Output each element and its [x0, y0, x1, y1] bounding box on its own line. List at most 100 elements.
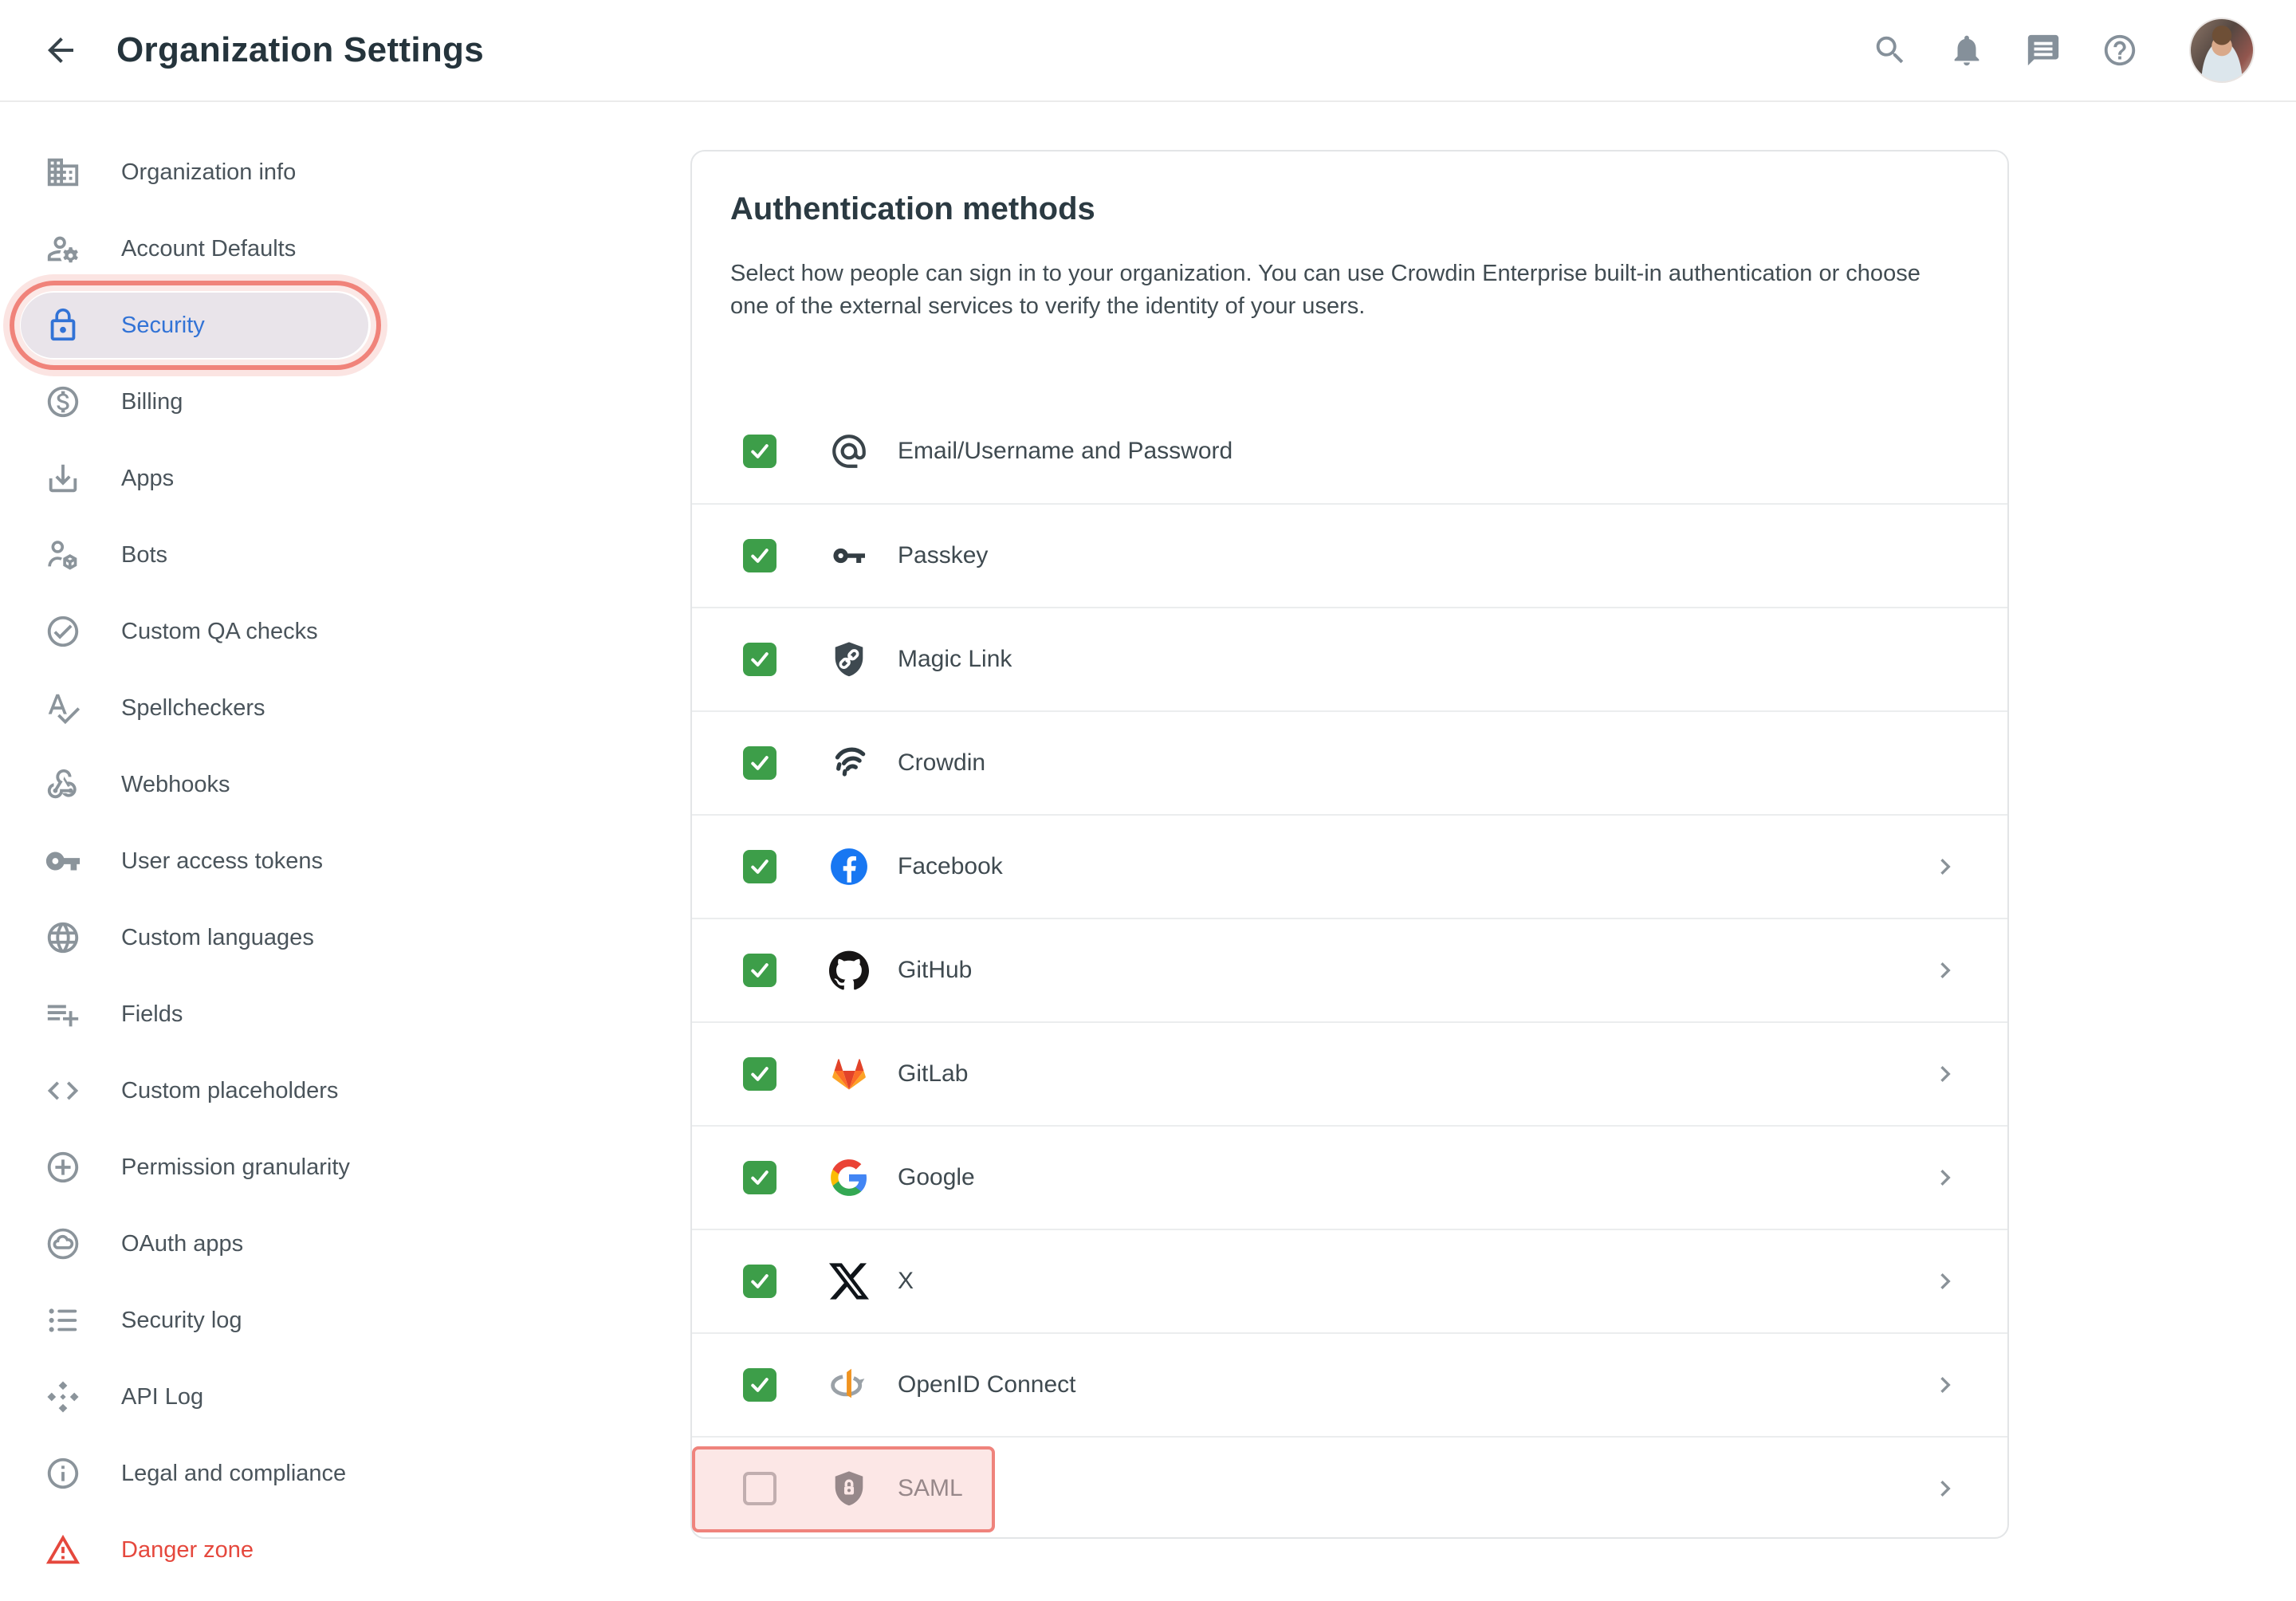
messages-chat-icon[interactable] — [2025, 32, 2062, 69]
sidebar-item-custom-qa-checks[interactable]: Custom QA checks — [0, 593, 383, 670]
webhook-icon — [45, 766, 81, 803]
sidebar-item-label: Spellcheckers — [121, 695, 265, 722]
card-description: Select how people can sign in to your or… — [730, 258, 1964, 323]
sidebar-item-label: Fields — [121, 1001, 183, 1028]
sidebar-item-custom-placeholders[interactable]: Custom placeholders — [0, 1052, 383, 1129]
search-icon[interactable] — [1872, 32, 1909, 69]
chevron-right-icon[interactable] — [1929, 954, 1961, 986]
sidebar-item-billing[interactable]: Billing — [0, 364, 383, 440]
list-icon — [45, 1302, 81, 1339]
person-gear-icon — [45, 230, 81, 267]
download-icon — [45, 460, 81, 497]
github-logo-icon — [828, 949, 871, 992]
sidebar-item-oauth-apps[interactable]: OAuth apps — [0, 1206, 383, 1282]
help-icon[interactable] — [2101, 32, 2138, 69]
sidebar-item-label: Legal and compliance — [121, 1461, 346, 1487]
sidebar-item-label: Permission granularity — [121, 1155, 350, 1181]
api-diamonds-icon — [45, 1379, 81, 1415]
saml-checkbox[interactable] — [743, 1472, 776, 1505]
warning-triangle-icon — [45, 1532, 81, 1568]
sidebar-item-fields[interactable]: Fields — [0, 976, 383, 1052]
passkey-key-icon — [828, 534, 871, 577]
auth-method-row-github: GitHub — [692, 918, 2007, 1021]
sidebar-item-custom-languages[interactable]: Custom languages — [0, 899, 383, 976]
card-header: Authentication methods Select how people… — [692, 151, 2007, 323]
auth-method-label: Email/Username and Password — [898, 438, 1233, 465]
sidebar-item-label: Account Defaults — [121, 236, 296, 262]
cloud-circle-icon — [45, 1225, 81, 1262]
sidebar-item-organization-info[interactable]: Organization info — [0, 134, 383, 210]
user-avatar[interactable] — [2189, 18, 2255, 83]
sidebar-item-security[interactable]: Security — [0, 287, 383, 364]
openid-checkbox[interactable] — [743, 1368, 776, 1402]
sidebar-item-label: OAuth apps — [121, 1231, 243, 1257]
crowdin-logo-icon — [828, 741, 871, 785]
sidebar-item-security-log[interactable]: Security log — [0, 1282, 383, 1359]
auth-method-row-email: Email/Username and Password — [692, 399, 2007, 503]
x-checkbox[interactable] — [743, 1265, 776, 1298]
auth-method-label: Facebook — [898, 853, 1003, 880]
sidebar-item-label: Custom QA checks — [121, 619, 318, 645]
sidebar-item-webhooks[interactable]: Webhooks — [0, 746, 383, 823]
magic-link-checkbox[interactable] — [743, 643, 776, 676]
code-icon — [45, 1072, 81, 1109]
playlist-add-icon — [45, 996, 81, 1033]
sidebar-item-label: Custom placeholders — [121, 1078, 338, 1104]
sidebar-item-api-log[interactable]: API Log — [0, 1359, 383, 1435]
chevron-right-icon[interactable] — [1929, 1162, 1961, 1194]
chevron-right-icon[interactable] — [1929, 1473, 1961, 1505]
crowdin-checkbox[interactable] — [743, 746, 776, 780]
at-sign-icon — [828, 430, 871, 473]
google-checkbox[interactable] — [743, 1161, 776, 1194]
github-checkbox[interactable] — [743, 954, 776, 987]
shield-link-icon — [828, 638, 871, 681]
sidebar-item-bots[interactable]: Bots — [0, 517, 383, 593]
email-checkbox[interactable] — [743, 435, 776, 468]
sidebar-item-account-defaults[interactable]: Account Defaults — [0, 210, 383, 287]
sidebar-item-spellcheckers[interactable]: Spellcheckers — [0, 670, 383, 746]
chevron-right-icon[interactable] — [1929, 1369, 1961, 1401]
sidebar-item-label: Apps — [121, 466, 174, 492]
sidebar-item-permission-granularity[interactable]: Permission granularity — [0, 1129, 383, 1206]
sidebar-item-user-access-tokens[interactable]: User access tokens — [0, 823, 383, 899]
passkey-checkbox[interactable] — [743, 539, 776, 572]
auth-method-label: Crowdin — [898, 749, 985, 777]
building-icon — [45, 154, 81, 191]
sidebar-item-danger-zone[interactable]: Danger zone — [0, 1512, 383, 1588]
auth-methods-list: Email/Username and Password Passkey Magi… — [692, 399, 2007, 1540]
sidebar-item-label: Security — [121, 313, 205, 339]
sidebar-item-label: Webhooks — [121, 772, 230, 798]
auth-method-label: GitLab — [898, 1060, 968, 1088]
openid-logo-icon — [828, 1363, 871, 1406]
sidebar-item-apps[interactable]: Apps — [0, 440, 383, 517]
sidebar-item-label: User access tokens — [121, 848, 323, 875]
google-logo-icon — [828, 1156, 871, 1199]
sidebar-item-legal-and-compliance[interactable]: Legal and compliance — [0, 1435, 383, 1512]
auth-method-row-gitlab: GitLab — [692, 1021, 2007, 1125]
dollar-circle-icon — [45, 384, 81, 420]
chevron-right-icon[interactable] — [1929, 1058, 1961, 1090]
auth-method-label: Magic Link — [898, 646, 1012, 673]
chevron-right-icon[interactable] — [1929, 851, 1961, 883]
auth-method-row-google: Google — [692, 1125, 2007, 1229]
sidebar-item-label: Bots — [121, 542, 167, 568]
sidebar-item-label: Security log — [121, 1308, 242, 1334]
auth-method-label: GitHub — [898, 957, 972, 984]
header: Organization Settings — [0, 0, 2296, 102]
globe-icon — [45, 919, 81, 956]
auth-method-row-openid: OpenID Connect — [692, 1332, 2007, 1436]
gitlab-checkbox[interactable] — [743, 1057, 776, 1091]
auth-method-label: Google — [898, 1164, 975, 1191]
auth-method-label: SAML — [898, 1475, 963, 1502]
auth-method-label: X — [898, 1268, 914, 1295]
plus-circle-icon — [45, 1149, 81, 1186]
facebook-checkbox[interactable] — [743, 850, 776, 883]
back-arrow-icon[interactable] — [41, 31, 80, 69]
chevron-right-icon[interactable] — [1929, 1265, 1961, 1297]
sidebar-item-label: Custom languages — [121, 925, 314, 951]
auth-method-label: Passkey — [898, 542, 988, 569]
lock-icon — [45, 307, 81, 344]
check-circle-icon — [45, 613, 81, 650]
notifications-bell-icon[interactable] — [1948, 32, 1985, 69]
gitlab-logo-icon — [828, 1052, 871, 1096]
